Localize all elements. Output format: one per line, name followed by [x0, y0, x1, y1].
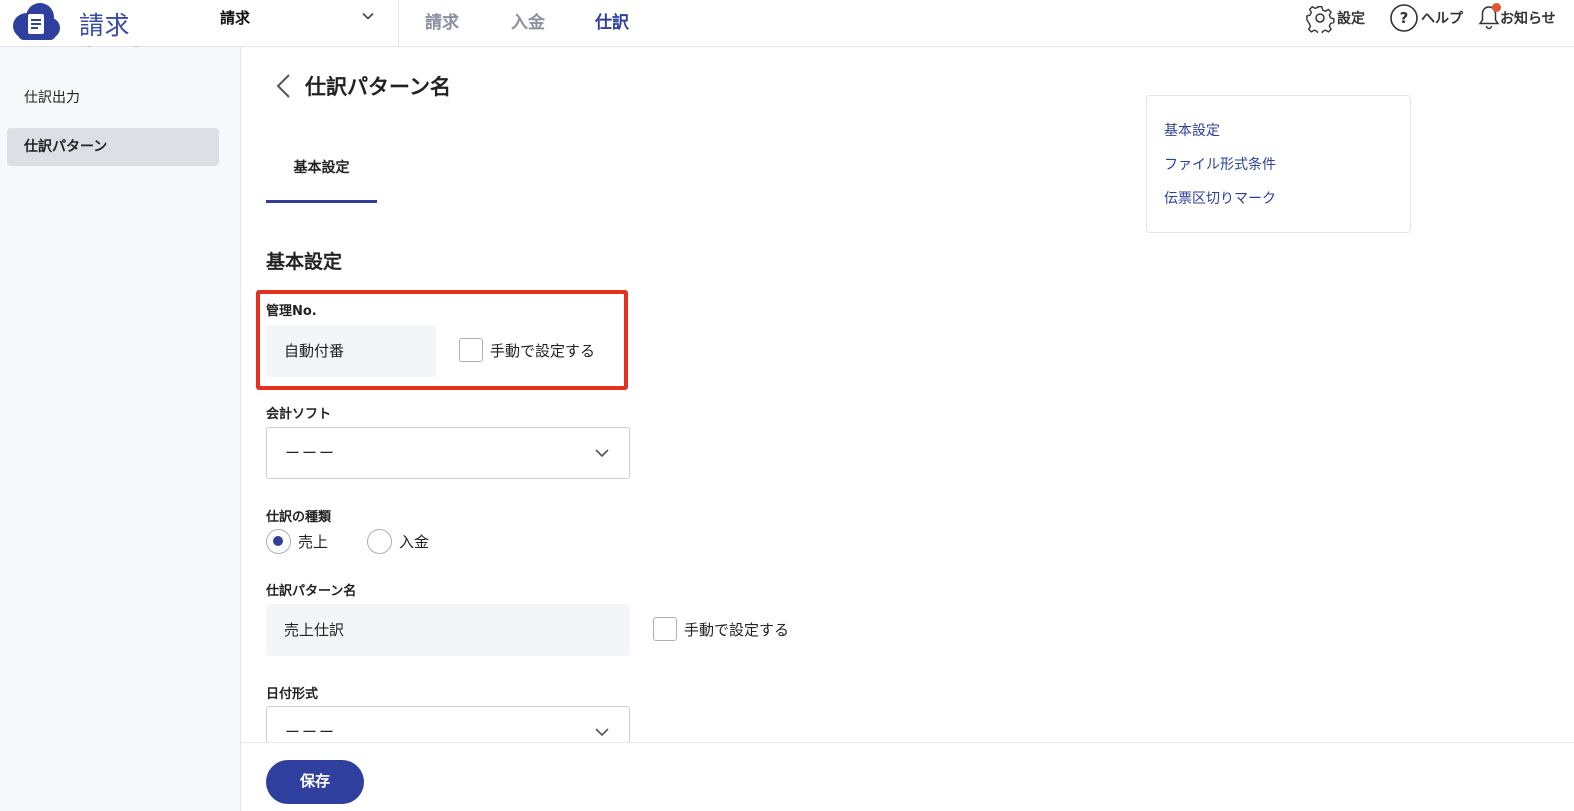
gear-icon [1306, 5, 1335, 33]
pattern-name-label: 仕訳パターン名 [266, 584, 357, 599]
date-format-label: 日付形式 [266, 687, 319, 702]
workspace-select-value: 請求 [220, 9, 251, 27]
back-chevron-icon[interactable] [274, 73, 294, 99]
nav-invoice[interactable]: 請求 [425, 8, 459, 33]
notifications-button[interactable]: お知らせ [1478, 3, 1556, 32]
select-value: ーーー [285, 723, 337, 741]
radio-sales[interactable]: 売上 [266, 528, 328, 554]
chevron-down-icon [362, 12, 374, 20]
toc-link-basic-settings[interactable]: 基本設定 [1164, 120, 1220, 140]
checkbox-box[interactable] [653, 617, 677, 641]
radio-label: 売上 [298, 532, 329, 551]
cloud-logo-icon [13, 3, 60, 40]
notifications-label: お知らせ [1500, 11, 1556, 27]
notification-badge [1492, 3, 1501, 12]
svg-text:?: ? [1400, 9, 1409, 27]
radio-button[interactable] [266, 528, 291, 554]
radio-payment[interactable]: 入金 [367, 528, 429, 554]
checkbox-box[interactable] [459, 338, 483, 362]
toc-link-file-format[interactable]: ファイル形式条件 [1164, 154, 1276, 174]
journal-type-label: 仕訳の種類 [266, 510, 332, 525]
checkbox-label: 手動で設定する [684, 620, 790, 639]
bell-icon-wrap [1478, 3, 1501, 32]
radio-button[interactable] [367, 528, 392, 554]
help-label: ヘルプ [1421, 11, 1463, 27]
table-of-contents: 基本設定 ファイル形式条件 伝票区切りマーク [1146, 95, 1411, 233]
toc-link-slip-separator[interactable]: 伝票区切りマーク [1164, 188, 1276, 208]
accounting-software-select[interactable]: ーーー [266, 427, 630, 479]
workspace-select[interactable]: 請求 [220, 0, 398, 46]
pattern-name-manual-checkbox[interactable]: 手動で設定する [653, 615, 789, 643]
sidebar: 仕訳出力 仕訳パターン [0, 47, 241, 811]
page-title: 仕訳パターン名 [305, 75, 451, 99]
footer-bar: 保存 [241, 742, 1574, 811]
settings-button[interactable]: 設定 [1305, 4, 1365, 33]
management-no-field: 自動付番 [266, 325, 436, 377]
settings-label: 設定 [1337, 11, 1365, 27]
section-title: 基本設定 [266, 251, 343, 273]
radio-label: 入金 [399, 532, 430, 551]
accounting-software-label: 会計ソフト [266, 407, 332, 422]
management-no-label: 管理No. [266, 304, 317, 319]
chevron-down-icon [595, 728, 609, 737]
sidebar-item-journal-export[interactable]: 仕訳出力 [7, 79, 219, 117]
nav-payment[interactable]: 入金 [511, 8, 545, 33]
nav-journal[interactable]: 仕訳 [595, 8, 629, 33]
chevron-down-icon [595, 449, 609, 458]
main-content: 仕訳パターン名 基本設定 基本設定 管理No. 自動付番 手動で設定する 会計ソ… [241, 47, 1574, 758]
help-button[interactable]: ? ヘルプ [1389, 4, 1463, 32]
top-header: 請求QUICK 請求 請求 入金 仕訳 設定 ? ヘルプ お知らせ [0, 0, 1574, 71]
management-no-manual-checkbox[interactable]: 手動で設定する [459, 336, 595, 364]
pattern-name-field: 売上仕訳 [266, 604, 630, 656]
app-logo[interactable]: 請求QUICK [10, 2, 190, 71]
checkbox-label: 手動で設定する [490, 341, 596, 360]
help-circle-icon: ? [1390, 4, 1418, 32]
sidebar-item-journal-pattern[interactable]: 仕訳パターン [7, 128, 219, 166]
tab-basic-settings[interactable]: 基本設定 [266, 147, 377, 203]
save-button[interactable]: 保存 [266, 760, 364, 804]
header-divider [398, 0, 399, 46]
select-value: ーーー [285, 444, 337, 462]
